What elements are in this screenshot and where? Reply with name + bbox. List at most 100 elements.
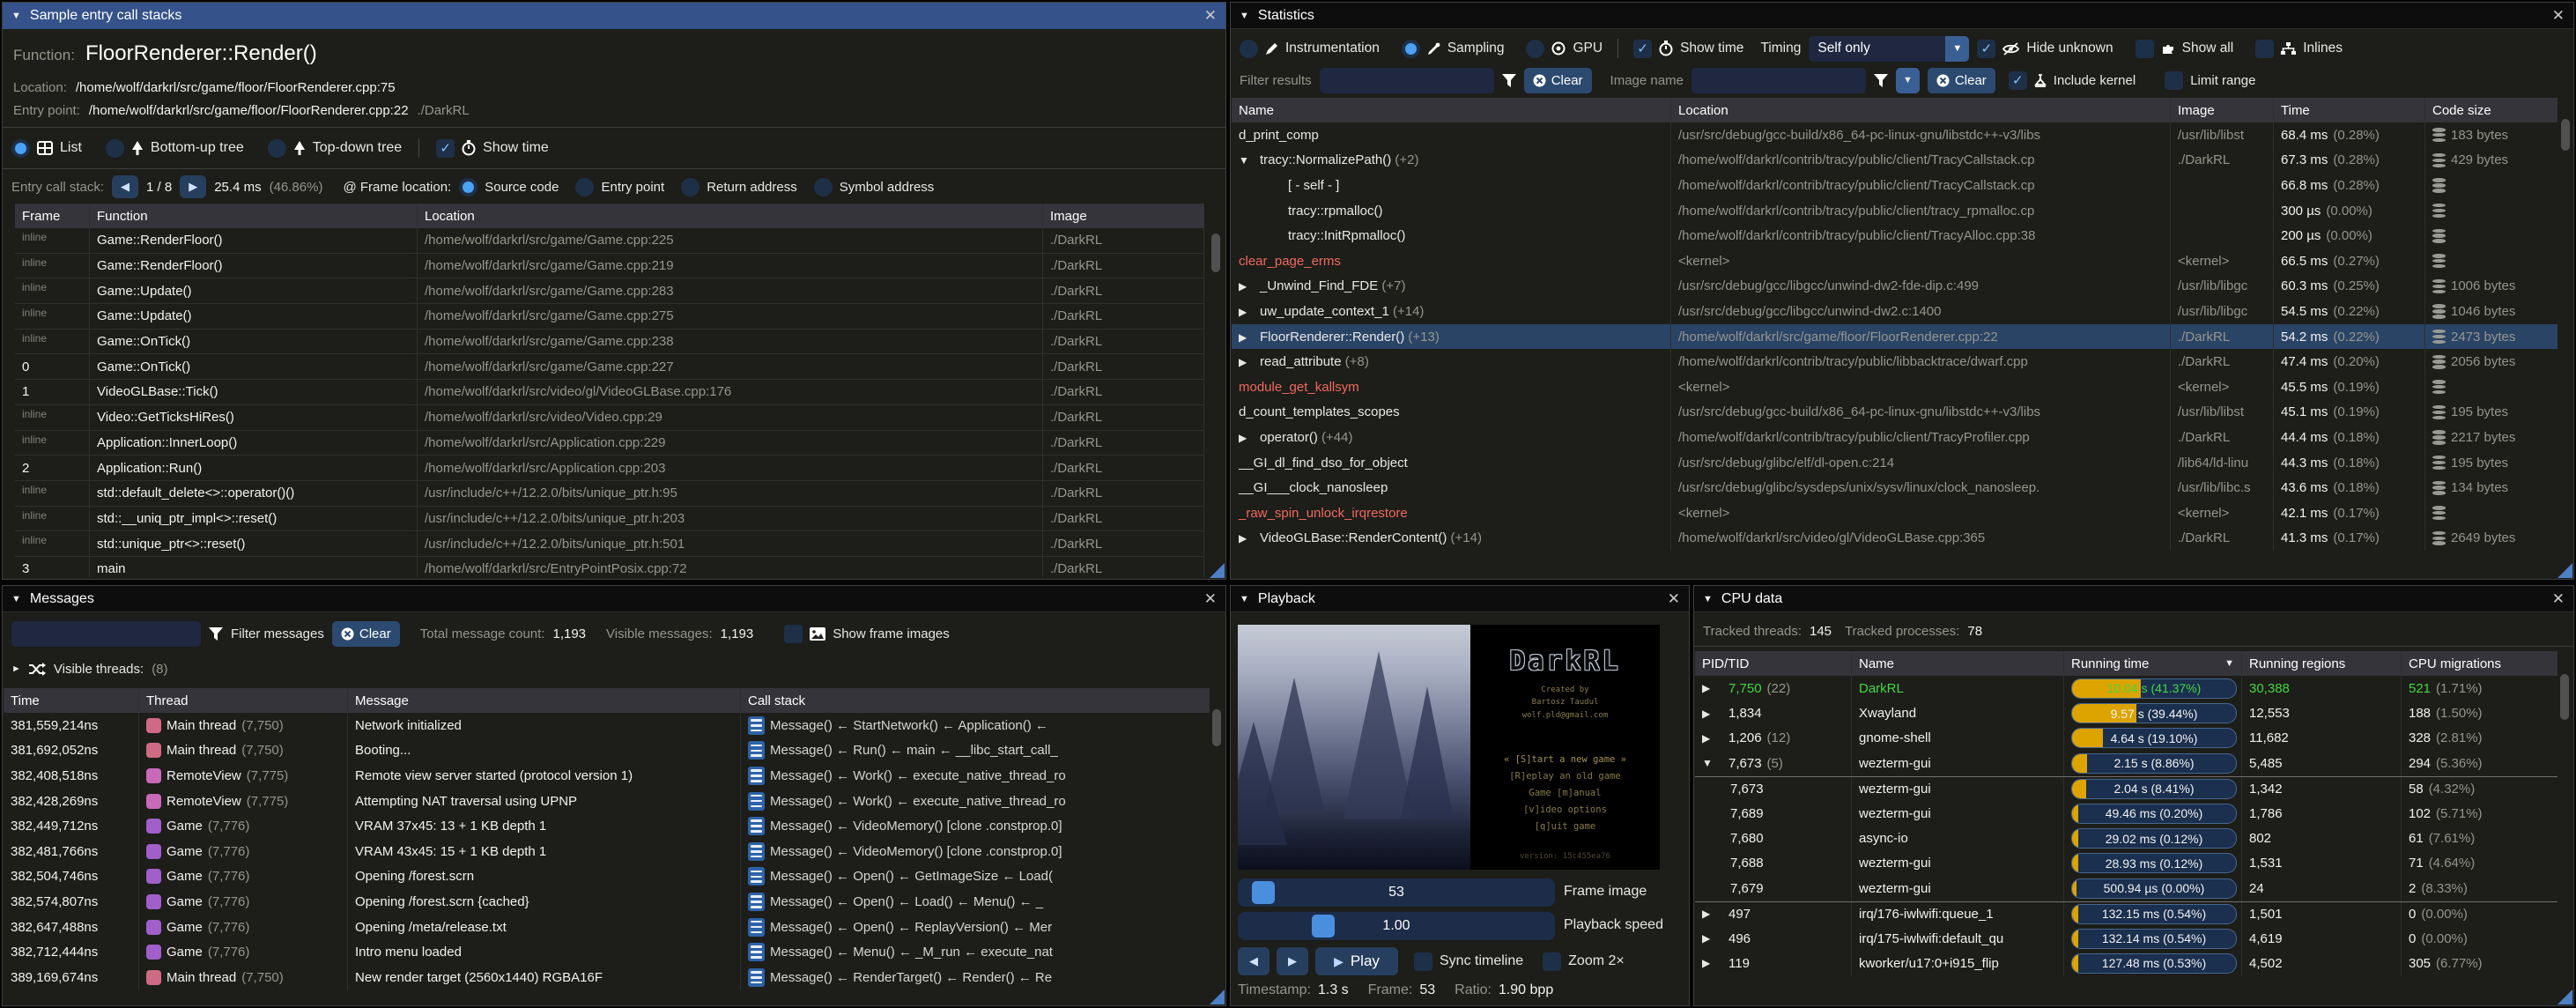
- radio-symbol-address[interactable]: [814, 178, 833, 196]
- call-stack-text[interactable]: Message() ← VideoMemory() [clone .constp…: [770, 844, 1062, 859]
- statistics-row[interactable]: clear_page_erms <kernel> <kernel> 66.5 m…: [1232, 248, 2557, 274]
- funnel-icon[interactable]: [1874, 74, 1888, 87]
- radio-bottom-up[interactable]: [106, 139, 124, 158]
- cpu-row[interactable]: ▶1,834 Xwayland 9.57 s (39.44%) 12,553 1…: [1695, 700, 2557, 725]
- message-row[interactable]: 382,647,488ns Game(7,776) Opening /meta/…: [4, 915, 1210, 940]
- timing-select[interactable]: Self only ▼: [1809, 36, 1969, 62]
- close-icon[interactable]: ✕: [2552, 590, 2565, 608]
- call-stack-text[interactable]: Message() ← Open() ← ReplayVersion() ← M…: [770, 920, 1052, 935]
- collapse-icon[interactable]: ▼: [11, 594, 21, 604]
- expand-icon[interactable]: ▶: [1239, 432, 1260, 444]
- expand-icon[interactable]: ▶: [1702, 957, 1723, 969]
- col-running-regions[interactable]: Running regions: [2242, 651, 2402, 676]
- call-stack-icon[interactable]: [748, 867, 765, 886]
- message-row[interactable]: 382,428,269ns RemoteView(7,775) Attempti…: [4, 789, 1210, 814]
- close-icon[interactable]: ✕: [1668, 590, 1680, 608]
- statistics-row[interactable]: ▶VideoGLBase::RenderContent() (+14) /hom…: [1232, 526, 2557, 552]
- frame-image-preview[interactable]: DarkRL Created by Bartosz Taudul wolf.pl…: [1238, 625, 1660, 870]
- call-stack-text[interactable]: Message() ← Menu() ← _M_run ← execute_na…: [770, 945, 1053, 960]
- scrollbar-thumb[interactable]: [2560, 674, 2569, 720]
- scrollbar-thumb[interactable]: [2561, 119, 2570, 151]
- call-stack-row[interactable]: 3 main /home/wolf/darkrl/src/EntryPointP…: [15, 557, 1204, 577]
- close-icon[interactable]: ✕: [1204, 590, 1217, 608]
- call-stack-text[interactable]: Message() ← Open() ← Load() ← Menu() ← _: [770, 894, 1043, 909]
- statistics-row[interactable]: ▼tracy::NormalizePath() (+2) /home/wolf/…: [1232, 148, 2557, 174]
- close-icon[interactable]: ✕: [2552, 7, 2565, 25]
- statistics-row[interactable]: tracy::rpmalloc() /home/wolf/darkrl/cont…: [1232, 198, 2557, 224]
- call-stack-row[interactable]: inline Game::OnTick() /home/wolf/darkrl/…: [15, 330, 1204, 355]
- expand-icon[interactable]: ▶: [1239, 306, 1260, 318]
- titlebar-messages[interactable]: ▼ Messages ✕: [3, 586, 1225, 612]
- cpu-row[interactable]: 7,679 wezterm-gui 500.94 µs (0.00%) 24 2…: [1695, 876, 2557, 901]
- next-stack-button[interactable]: ▶: [180, 175, 206, 198]
- message-row[interactable]: 389,169,674ns Main thread(7,750) New ren…: [4, 965, 1210, 990]
- col-image[interactable]: Image: [1043, 204, 1204, 228]
- playback-speed-slider[interactable]: 1.00: [1238, 912, 1555, 940]
- call-stack-row[interactable]: 1 VideoGLBase::Tick() /home/wolf/darkrl/…: [15, 380, 1204, 405]
- col-time[interactable]: Time: [4, 688, 139, 713]
- frame-loc-return[interactable]: Return address: [681, 178, 797, 196]
- call-stack-icon[interactable]: [748, 767, 765, 785]
- cpu-row[interactable]: ▶1,206(12) gnome-shell 4.64 s (19.10%) 1…: [1695, 726, 2557, 751]
- checkbox-hide-unknown[interactable]: ✓: [1977, 40, 1995, 58]
- col-code-size[interactable]: Code size: [2425, 98, 2557, 122]
- checkbox-zoom-2x[interactable]: [1543, 952, 1561, 971]
- checkbox-inlines[interactable]: [2255, 40, 2274, 58]
- statistics-row[interactable]: [ - self - ] /home/wolf/darkrl/contrib/t…: [1232, 173, 2557, 198]
- mode-instrumentation[interactable]: Instrumentation: [1240, 40, 1380, 58]
- entry-point-value[interactable]: /home/wolf/darkrl/src/game/floor/FloorRe…: [89, 103, 409, 118]
- message-row[interactable]: 381,692,052ns Main thread(7,750) Booting…: [4, 738, 1210, 764]
- radio-top-down[interactable]: [268, 139, 286, 158]
- statistics-row[interactable]: module_get_kallsym <kernel> <kernel> 45.…: [1232, 374, 2557, 400]
- expand-icon[interactable]: ▶: [1702, 732, 1723, 745]
- radio-list[interactable]: [11, 139, 30, 158]
- radio-gpu[interactable]: [1526, 40, 1544, 58]
- message-row[interactable]: 381,559,214ns Main thread(7,750) Network…: [4, 713, 1210, 738]
- funnel-icon[interactable]: [1502, 74, 1516, 87]
- col-name[interactable]: Name: [1232, 98, 1671, 122]
- message-row[interactable]: 382,408,518ns RemoteView(7,775) Remote v…: [4, 763, 1210, 789]
- call-stack-text[interactable]: Message() ← StartNetwork() ← Application…: [770, 718, 1048, 733]
- statistics-row[interactable]: d_count_templates_scopes /usr/src/debug/…: [1232, 400, 2557, 426]
- checkbox-show-time[interactable]: ✓: [1633, 40, 1652, 58]
- cpu-row[interactable]: 7,673 wezterm-gui 2.04 s (8.41%) 1,342 5…: [1695, 776, 2557, 801]
- expand-icon[interactable]: ▶: [1239, 331, 1260, 344]
- col-frame[interactable]: Frame: [15, 204, 90, 228]
- radio-entry-point[interactable]: [575, 178, 594, 196]
- hide-unknown-toggle[interactable]: ✓ Hide unknown: [1977, 40, 2113, 58]
- call-stack-text[interactable]: Message() ← Work() ← execute_native_thre…: [770, 768, 1066, 783]
- cpu-row[interactable]: ▶497 irq/176-iwlwifi:queue_1 132.15 ms (…: [1695, 901, 2557, 926]
- expand-icon[interactable]: ▼: [11, 664, 21, 674]
- resize-grip[interactable]: [1210, 563, 1225, 578]
- clear-image-filter-button[interactable]: Clear: [1928, 68, 1995, 93]
- collapse-icon[interactable]: ▼: [1703, 594, 1713, 604]
- titlebar-sample-entry[interactable]: ▼ Sample entry call stacks ✕: [3, 3, 1225, 29]
- checkbox-include-kernel[interactable]: ✓: [2009, 71, 2027, 90]
- statistics-row[interactable]: ▶uw_update_context_1 (+14) /usr/src/debu…: [1232, 299, 2557, 324]
- next-frame-button[interactable]: ▶: [1277, 947, 1308, 975]
- cpu-row[interactable]: 7,688 wezterm-gui 28.93 ms (0.12%) 1,531…: [1695, 851, 2557, 876]
- mode-gpu[interactable]: GPU: [1526, 40, 1603, 58]
- col-running-time[interactable]: Running time▼: [2064, 651, 2242, 676]
- resize-grip[interactable]: [1210, 989, 1225, 1004]
- show-frame-images-toggle[interactable]: Show frame images: [784, 625, 950, 643]
- resize-grip[interactable]: [2557, 563, 2572, 578]
- view-mode-list[interactable]: List: [11, 139, 82, 158]
- statistics-row[interactable]: __GI_dl_find_dso_for_object /usr/src/deb…: [1232, 450, 2557, 476]
- col-message[interactable]: Message: [348, 688, 741, 713]
- message-filter-input[interactable]: [11, 621, 201, 647]
- chevron-down-icon[interactable]: ▼: [1945, 36, 1969, 62]
- expand-icon[interactable]: ▶: [1239, 280, 1260, 293]
- prev-frame-button[interactable]: ◀: [1238, 947, 1269, 975]
- close-icon[interactable]: ✕: [1204, 7, 1217, 25]
- frame-loc-entry[interactable]: Entry point: [575, 178, 664, 196]
- radio-instrumentation[interactable]: [1240, 40, 1258, 58]
- slider-grab[interactable]: [1312, 915, 1335, 938]
- call-stack-icon[interactable]: [748, 741, 765, 760]
- statistics-row[interactable]: d_print_comp /usr/src/debug/gcc-build/x8…: [1232, 122, 2557, 148]
- call-stack-icon[interactable]: [748, 968, 765, 987]
- chevron-down-icon[interactable]: ▼: [1896, 68, 1920, 93]
- cpu-row[interactable]: ▶496 irq/175-iwlwifi:default_qu 132.14 m…: [1695, 926, 2557, 951]
- cpu-row[interactable]: 7,680 async-io 29.02 ms (0.12%) 802 61(7…: [1695, 826, 2557, 850]
- col-call-stack[interactable]: Call stack: [741, 688, 1210, 713]
